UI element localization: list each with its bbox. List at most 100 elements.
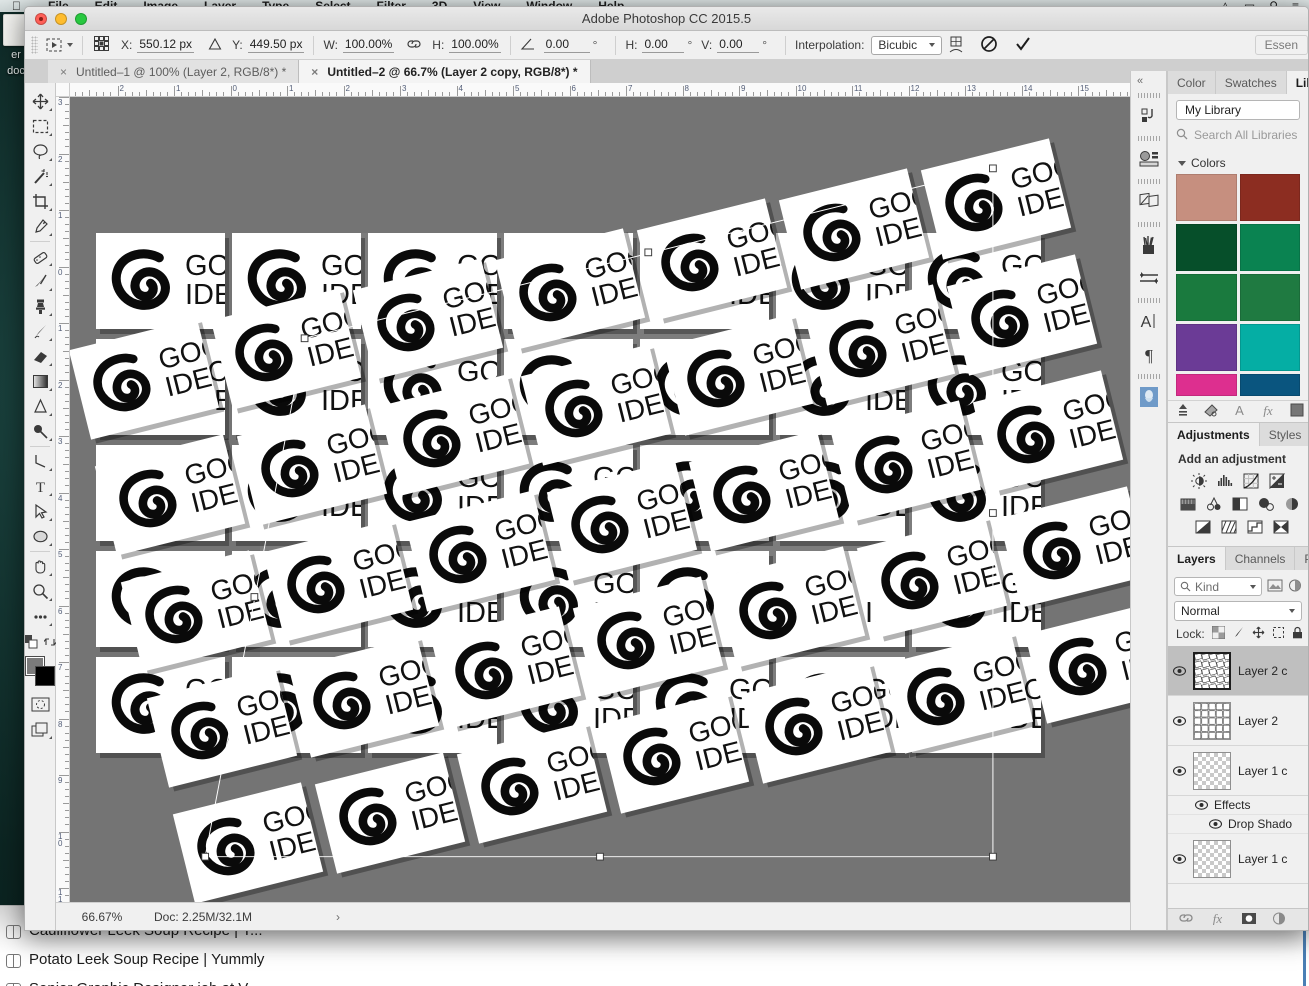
lock-image-pixels-icon[interactable] <box>1232 626 1245 642</box>
tool-preset-picker[interactable] <box>45 37 73 53</box>
eyedropper-tool[interactable] <box>26 214 54 239</box>
lock-artboard-icon[interactable] <box>1272 626 1285 642</box>
tab-adjustments[interactable]: Adjustments <box>1168 423 1260 446</box>
table-row[interactable]: Layer 2 c <box>1168 646 1308 696</box>
add-graphic-icon[interactable] <box>1204 403 1219 420</box>
library-select[interactable]: My Library <box>1176 100 1300 120</box>
screen-mode-toggle[interactable] <box>26 717 54 742</box>
device-preview-icon[interactable] <box>1132 142 1166 175</box>
add-text-icon[interactable]: A <box>1233 403 1246 420</box>
x-position-field[interactable]: X: 550.12 px <box>121 37 195 53</box>
reference-point-selector[interactable] <box>92 34 111 56</box>
x-value[interactable]: 550.12 px <box>137 37 195 53</box>
lock-position-icon[interactable] <box>1252 626 1265 642</box>
apple-icon[interactable]:  <box>12 0 21 12</box>
color-swatch[interactable] <box>1239 374 1300 396</box>
tab-channels[interactable]: Channels <box>1226 547 1296 570</box>
pen-tool[interactable] <box>26 449 54 474</box>
filter-pixel-icon[interactable] <box>1267 579 1283 595</box>
layer-visibility-toggle[interactable] <box>1172 765 1186 776</box>
posterize-icon[interactable] <box>1220 519 1237 535</box>
close-icon[interactable]: × <box>311 65 318 79</box>
layer-effect-row[interactable]: Drop Shado <box>1168 815 1308 834</box>
table-row[interactable]: Layer 2 <box>1168 696 1308 746</box>
history-brush-tool[interactable] <box>26 319 54 344</box>
skew-h-field[interactable]: H: 0.00 <box>625 37 685 53</box>
add-layer-style-icon[interactable]: fx <box>1209 911 1226 928</box>
photo-filter-icon[interactable] <box>1283 496 1300 512</box>
effect-name[interactable]: Drop Shado <box>1228 817 1292 831</box>
document-tab-untitled-2[interactable]: × Untitled–2 @ 66.7% (Layer 2 copy, RGB/… <box>299 60 591 83</box>
new-fill-adjustment-icon[interactable] <box>1272 912 1286 928</box>
collapse-panels-button[interactable]: « <box>1131 73 1143 89</box>
layer-filter-kind[interactable]: Kind <box>1174 577 1262 596</box>
maintain-aspect-ratio-icon[interactable] <box>406 38 422 53</box>
tab-styles[interactable]: Styles <box>1260 423 1308 446</box>
color-swatch[interactable] <box>1176 274 1237 321</box>
layer-name[interactable]: Layer 2 <box>1238 714 1278 728</box>
color-swatch[interactable] <box>1176 174 1237 221</box>
artboard[interactable]: GOODIDEA! GOODIDEA! GOODIDEA! GOODIDEA! GOOD… <box>70 138 1130 902</box>
lock-all-icon[interactable] <box>1292 626 1303 642</box>
tab-color[interactable]: Color <box>1168 71 1216 94</box>
color-swatch[interactable] <box>1239 224 1300 271</box>
levels-icon[interactable] <box>1216 473 1233 489</box>
canvas-viewport[interactable]: GOODIDEA! GOODIDEA! GOODIDEA! GOODIDEA! GOOD… <box>70 97 1130 902</box>
rotation-value[interactable]: 0.00 <box>543 37 590 53</box>
lock-transparent-pixels-icon[interactable] <box>1211 625 1226 642</box>
document-tab-untitled-1[interactable]: × Untitled–1 @ 100% (Layer 2, RGB/8*) * <box>48 60 300 83</box>
effect-visibility-toggle[interactable] <box>1208 819 1222 829</box>
y-position-field[interactable]: Y: 449.50 px <box>232 37 305 53</box>
invert-icon[interactable] <box>1194 519 1211 535</box>
lasso-tool[interactable] <box>26 139 54 164</box>
layer-thumbnail[interactable] <box>1193 751 1231 790</box>
horizontal-type-tool[interactable]: T <box>26 474 54 499</box>
brush-settings-icon[interactable] <box>1132 261 1166 294</box>
handle-bottom-center[interactable] <box>596 852 604 861</box>
dodge-tool[interactable] <box>26 419 54 444</box>
commit-transform-icon[interactable] <box>1014 35 1036 55</box>
chevron-down-icon[interactable] <box>67 43 73 47</box>
edit-toolbar-tool[interactable] <box>26 604 54 629</box>
clone-stamp-tool[interactable] <box>26 294 54 319</box>
skew-v-field[interactable]: V: 0.00 <box>701 37 760 53</box>
color-swatch[interactable] <box>1239 324 1300 371</box>
layer-thumbnail[interactable] <box>1193 839 1231 878</box>
height-field[interactable]: H: 100.00% <box>432 37 501 53</box>
color-swatch[interactable] <box>1239 274 1300 321</box>
width-field[interactable]: W: 100.00% <box>323 37 395 53</box>
tab-libraries[interactable]: Libr <box>1286 71 1308 94</box>
history-icon[interactable] <box>1132 99 1166 132</box>
color-balance-icon[interactable] <box>1232 496 1249 512</box>
black-white-icon[interactable] <box>1257 496 1274 512</box>
foreground-background-color[interactable] <box>25 656 55 686</box>
layer-name[interactable]: Layer 1 c <box>1238 852 1287 866</box>
layer-thumbnail[interactable] <box>1193 701 1231 740</box>
character-panel-icon[interactable]: A <box>1132 304 1166 337</box>
tab-layers[interactable]: Layers <box>1168 547 1226 570</box>
default-colors-icon[interactable] <box>25 635 38 652</box>
hue-saturation-icon[interactable] <box>1206 496 1223 512</box>
vibrance-icon[interactable] <box>1180 496 1197 512</box>
switch-to-warp-icon[interactable] <box>946 35 968 55</box>
relative-positioning-icon[interactable] <box>208 37 222 54</box>
color-swatch[interactable] <box>1239 174 1300 221</box>
filter-adjustment-icon[interactable] <box>1288 579 1302 595</box>
workspace-switcher[interactable]: Essen <box>1254 35 1308 55</box>
gradient-map-icon[interactable] <box>1272 519 1289 535</box>
effect-name[interactable]: Effects <box>1214 798 1250 812</box>
brightness-contrast-icon[interactable] <box>1190 473 1207 489</box>
3d-panel-icon[interactable] <box>1132 380 1166 413</box>
blur-tool[interactable] <box>26 394 54 419</box>
table-row[interactable]: Layer 1 c <box>1168 834 1308 884</box>
gradient-tool[interactable] <box>26 369 54 394</box>
options-bar-grip[interactable] <box>31 36 38 54</box>
quick-mask-mode[interactable] <box>26 692 54 717</box>
curves-icon[interactable] <box>1242 473 1259 489</box>
layer-comps-icon[interactable] <box>1132 185 1166 218</box>
w-value[interactable]: 100.00% <box>342 37 395 53</box>
brush-presets-icon[interactable] <box>1132 228 1166 261</box>
layer-visibility-toggle[interactable] <box>1172 853 1186 864</box>
y-value[interactable]: 449.50 px <box>247 37 305 53</box>
library-search[interactable]: Search All Libraries <box>1176 124 1300 146</box>
